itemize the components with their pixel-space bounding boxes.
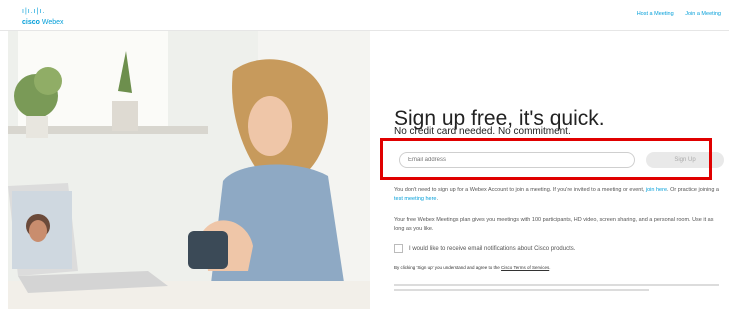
join-meeting-link[interactable]: Join a Meeting: [685, 11, 721, 17]
notifications-label: I would like to receive email notificati…: [409, 246, 576, 253]
plan-info-text: Your free Webex Meetings plan gives you …: [394, 217, 714, 232]
page-subtitle: No credit card needed. No commitment.: [394, 126, 571, 137]
terms-prefix: By clicking 'Sign up' you understand and…: [394, 265, 502, 270]
join-info-end: .: [436, 196, 439, 202]
hero-image: [8, 31, 370, 309]
terms-of-service-link[interactable]: Cisco Terms of Services: [501, 265, 549, 270]
brand-top: cisco: [22, 19, 40, 26]
top-bar: ı|ı.ı|ı. cisco Webex Host a Meeting Join…: [0, 0, 729, 31]
host-meeting-link[interactable]: Host a Meeting: [637, 11, 674, 17]
notifications-checkbox[interactable]: [394, 244, 403, 253]
test-meeting-link[interactable]: test meeting here: [394, 196, 437, 202]
header-links: Host a Meeting Join a Meeting: [627, 11, 721, 17]
legal-fine-print: [394, 283, 724, 295]
email-field-highlight: [380, 138, 712, 180]
hero-photo-illustration: [8, 31, 370, 309]
legal-fine-print-lines: [394, 284, 719, 291]
terms-end: .: [549, 265, 551, 270]
join-here-link[interactable]: join here: [646, 187, 667, 193]
brand-name: Webex: [41, 19, 64, 26]
join-info-text: You don't need to sign up for a Webex Ac…: [394, 186, 724, 204]
email-notifications-option[interactable]: I would like to receive email notificati…: [394, 244, 575, 253]
join-info-prefix: You don't need to sign up for a Webex Ac…: [394, 187, 646, 193]
join-info-mid: . Or practice joining a: [667, 187, 719, 193]
cisco-bridge-icon: ı|ı.ı|ı.: [22, 8, 46, 15]
cisco-webex-logo[interactable]: ı|ı.ı|ı. cisco Webex: [22, 8, 64, 27]
terms-text: By clicking 'Sign up' you understand and…: [394, 265, 551, 270]
